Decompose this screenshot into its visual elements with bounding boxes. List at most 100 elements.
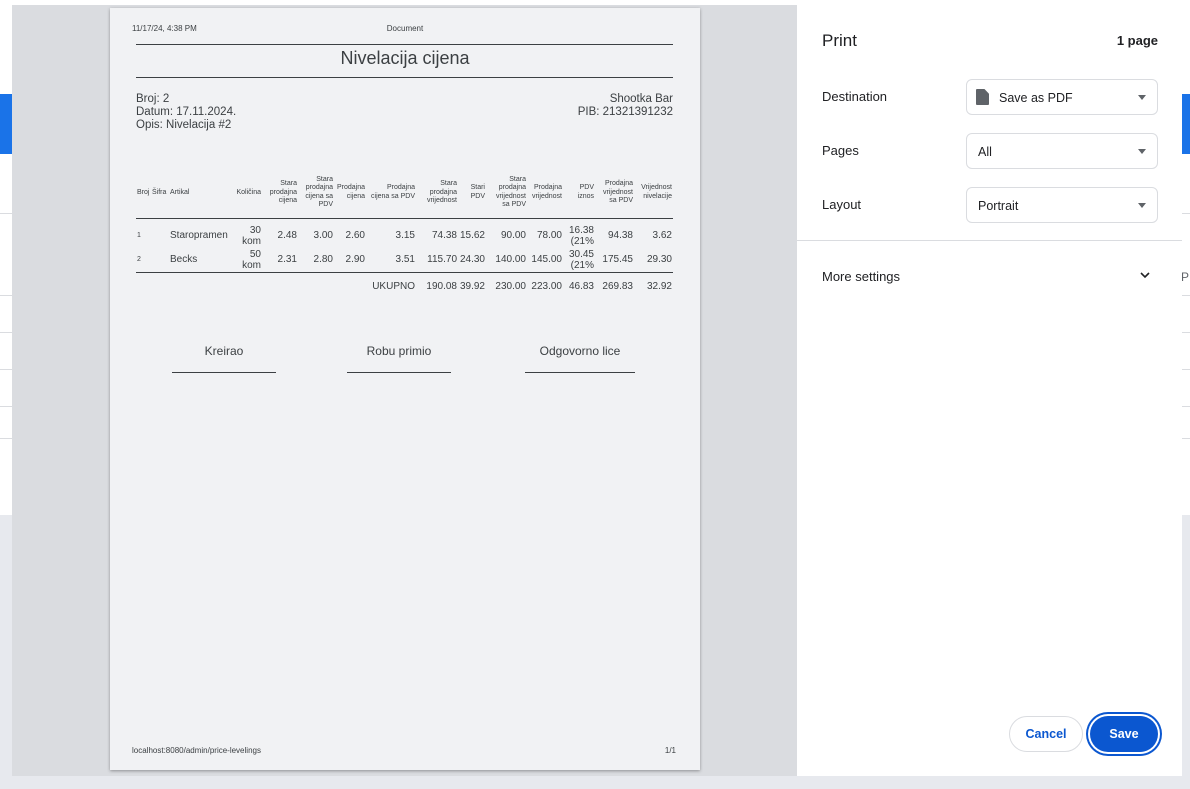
cell-value: 3.15 — [395, 230, 415, 241]
cell-value: 3.51 — [395, 254, 415, 265]
signature-robu-primio: Robu primio — [366, 344, 432, 358]
column-header: Prodajna vrijednost — [527, 168, 563, 219]
destination-label: Destination — [822, 89, 888, 104]
cancel-button[interactable]: Cancel — [1009, 716, 1083, 752]
cell-value: 74.38 — [431, 230, 457, 241]
column-header: Prodajna cijena sa PDV — [366, 168, 416, 219]
layout-value: Portrait — [978, 199, 1019, 213]
cell-value: 29.30 — [646, 254, 672, 265]
more-settings-toggle[interactable]: More settings — [822, 269, 900, 284]
total-value: 230.00 — [486, 271, 527, 300]
cell-value: 24.30 — [459, 254, 485, 265]
cell-artikal: Becks — [170, 254, 198, 265]
column-header: Prodajna vrijednost sa PDV — [595, 168, 634, 219]
cell-value: 2.60 — [345, 230, 365, 241]
background-divider — [1182, 295, 1190, 296]
signature-line — [172, 372, 276, 373]
table-row: 1 Staropramen 30 kom 2.48 3.00 2.60 3.15… — [136, 218, 673, 248]
save-button[interactable]: Save — [1090, 716, 1158, 752]
column-header: Šifra — [151, 168, 169, 219]
cell-value: 2.48 — [277, 230, 297, 241]
cell-value: 15.62 — [459, 230, 485, 241]
destination-value: Save as PDF — [999, 91, 1073, 105]
pages-label: Pages — [822, 143, 859, 158]
dropdown-arrow-icon — [1138, 149, 1146, 154]
meta-datum: Datum: 17.11.2024. — [136, 106, 237, 118]
background-divider — [0, 332, 12, 333]
table-header-row: Broj Šifra Artikal Količina Stara prodaj… — [136, 168, 673, 219]
cell-value: 175.45 — [602, 254, 633, 265]
signature-odgovorno-lice: Odgovorno lice — [539, 344, 621, 358]
layout-select[interactable]: Portrait — [966, 187, 1158, 223]
background-divider — [0, 406, 12, 407]
cell-value: 2.31 — [277, 254, 297, 265]
total-value: 39.92 — [458, 271, 486, 300]
cell-value: 3.00 — [313, 230, 333, 241]
column-header: Stara prodajna vrijednost sa PDV — [486, 168, 527, 219]
total-value: 46.83 — [563, 271, 595, 300]
cell-value: 78.00 — [536, 230, 562, 241]
column-header: Stara prodajna cijena sa PDV — [298, 168, 334, 219]
cell-sifra — [151, 218, 169, 248]
column-header: Prodajna cijena — [334, 168, 366, 219]
title-rule-bottom — [136, 77, 673, 78]
print-settings-panel: Print 1 page Destination Save as PDF Pag… — [797, 5, 1182, 776]
document-meta-right: Shootka Bar PIB: 21321391232 — [578, 93, 673, 119]
background-partial-text: PI — [1181, 270, 1190, 284]
cell-value: 145.00 — [531, 254, 562, 265]
destination-select[interactable]: Save as PDF — [966, 79, 1158, 115]
panel-divider — [797, 240, 1182, 241]
cell-value: 30.45 (21% — [568, 248, 594, 271]
column-header: Stara prodajna cijena — [262, 168, 298, 219]
layout-label: Layout — [822, 197, 862, 212]
cell-sifra — [151, 248, 169, 273]
background-divider — [0, 295, 12, 296]
total-value: 190.08 — [416, 271, 458, 300]
meta-pib: PIB: 21321391232 — [577, 106, 673, 118]
background-divider — [1182, 332, 1190, 333]
cell-value: 2.90 — [345, 254, 365, 265]
chevron-down-icon[interactable] — [1140, 270, 1150, 280]
screen: PI 11/17/24, 4:38 PM Document Nivelacija… — [0, 0, 1190, 789]
dropdown-arrow-icon — [1138, 203, 1146, 208]
cell-kolicina: 30 kom — [242, 224, 261, 247]
cell-value: 140.00 — [495, 254, 526, 265]
document-title: Nivelacija cijena — [340, 48, 470, 68]
column-header: Stari PDV — [458, 168, 486, 219]
panel-title: Print — [822, 31, 857, 50]
pages-value: All — [978, 145, 992, 159]
background-divider — [0, 438, 12, 439]
print-preview-area[interactable]: 11/17/24, 4:38 PM Document Nivelacija ci… — [12, 5, 797, 776]
background-divider — [0, 213, 12, 214]
signature-line — [525, 372, 635, 373]
document-icon — [976, 89, 989, 105]
meta-broj: Broj: 2 — [136, 93, 170, 105]
page-footer-url: localhost:8080/admin/price-levelings — [132, 746, 261, 755]
background-app-header-left — [0, 94, 12, 154]
items-table: Broj Šifra Artikal Količina Stara prodaj… — [136, 168, 673, 300]
cell-value: 16.38 (21% — [568, 224, 594, 247]
background-divider — [1182, 406, 1190, 407]
column-header: Stara prodajna vrijednost — [416, 168, 458, 219]
cell-broj: 1 — [137, 232, 141, 239]
cell-value: 2.80 — [313, 254, 333, 265]
meta-company: Shootka Bar — [609, 93, 673, 105]
table-row: 2 Becks 50 kom 2.31 2.80 2.90 3.51 115.7… — [136, 248, 673, 273]
totals-row: UKUPNO 190.08 39.92 230.00 223.00 46.83 … — [136, 271, 673, 300]
pages-select[interactable]: All — [966, 133, 1158, 169]
background-divider — [1182, 438, 1190, 439]
background-divider — [1182, 369, 1190, 370]
page-header-title: Document — [386, 24, 424, 33]
column-header: PDV iznos — [563, 168, 595, 219]
signature-kreirao: Kreirao — [204, 344, 244, 358]
document-meta-left: Broj: 2 Datum: 17.11.2024. Opis: Nivelac… — [136, 93, 236, 132]
cell-value: 115.70 — [427, 254, 457, 265]
background-app-header-right — [1182, 94, 1190, 154]
cell-kolicina: 50 kom — [242, 248, 261, 271]
background-divider — [1182, 213, 1190, 214]
signature-line — [347, 372, 451, 373]
dropdown-arrow-icon — [1138, 95, 1146, 100]
title-rule-top — [136, 44, 673, 45]
total-value: 223.00 — [527, 271, 563, 300]
cell-value: 3.62 — [652, 230, 672, 241]
